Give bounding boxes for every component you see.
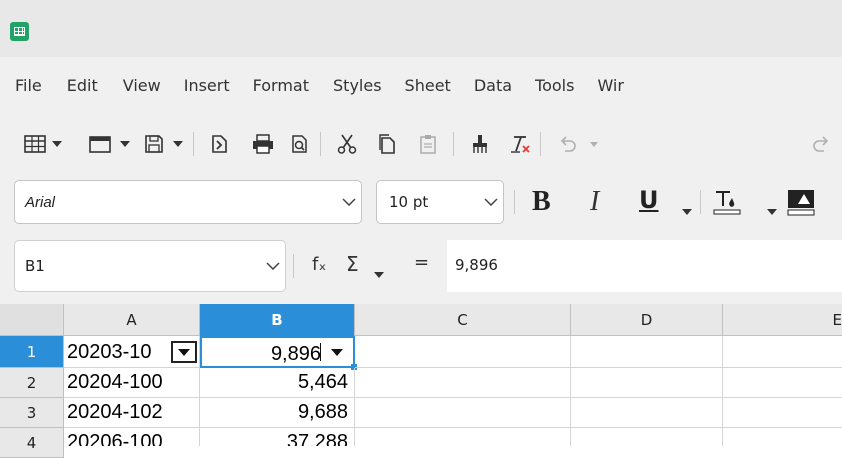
cell-a3[interactable]: 20204-102 xyxy=(64,398,200,428)
clone-formatting-icon[interactable] xyxy=(465,118,495,170)
formula-input-value[interactable]: 9,896 xyxy=(455,256,498,274)
menu-sheet[interactable]: Sheet xyxy=(392,76,461,95)
italic-button[interactable]: I xyxy=(590,186,599,218)
clear-formatting-icon[interactable] xyxy=(505,118,535,170)
font-name-value[interactable]: Arial xyxy=(15,194,337,211)
column-header-b[interactable]: B xyxy=(200,304,355,336)
chevron-down-icon[interactable] xyxy=(52,118,62,170)
cell-e2[interactable] xyxy=(723,368,842,398)
cell-e3[interactable] xyxy=(723,398,842,428)
menu-view[interactable]: View xyxy=(108,76,171,95)
chevron-down-icon[interactable] xyxy=(261,262,285,270)
cell-d4[interactable] xyxy=(571,428,723,446)
sum-button[interactable]: Σ xyxy=(346,252,359,276)
menu-format[interactable]: Format xyxy=(240,76,319,95)
chevron-down-icon[interactable] xyxy=(374,263,384,282)
cell-c3[interactable] xyxy=(355,398,571,428)
paste-icon[interactable] xyxy=(413,118,443,170)
row-header-2[interactable]: 2 xyxy=(0,368,64,398)
formula-input[interactable] xyxy=(447,240,842,292)
font-size-combo[interactable]: 10 pt xyxy=(376,180,504,224)
cell-e4[interactable] xyxy=(723,428,842,446)
print-preview-icon[interactable] xyxy=(285,118,315,170)
menu-bar: File Edit View Insert Format Styles Shee… xyxy=(0,57,842,113)
cell-d2[interactable] xyxy=(571,368,723,398)
cell-b3[interactable]: 9,688 xyxy=(200,398,355,428)
name-box[interactable]: B1 xyxy=(14,240,286,292)
cell-b2[interactable]: 5,464 xyxy=(200,368,355,398)
menu-tools[interactable]: Tools xyxy=(522,76,584,95)
chevron-down-icon[interactable] xyxy=(479,198,503,206)
select-all-corner[interactable] xyxy=(0,304,64,336)
redo-icon[interactable] xyxy=(810,118,842,170)
text-cursor xyxy=(320,343,321,361)
menu-insert[interactable]: Insert xyxy=(171,76,240,95)
save-icon[interactable] xyxy=(140,118,168,170)
chevron-down-icon[interactable] xyxy=(337,198,361,206)
cell-b4[interactable]: 37,288 xyxy=(200,428,355,446)
cell-a4[interactable]: 20206-100 xyxy=(64,428,200,446)
font-size-value[interactable]: 10 pt xyxy=(377,193,479,211)
chevron-down-icon[interactable] xyxy=(590,118,598,170)
cell-c2[interactable] xyxy=(355,368,571,398)
menu-window[interactable]: Wir xyxy=(584,76,634,95)
menu-styles[interactable]: Styles xyxy=(319,76,392,95)
title-bar xyxy=(0,0,842,57)
chevron-down-icon[interactable] xyxy=(173,118,183,170)
chevron-down-icon[interactable] xyxy=(120,118,130,170)
bold-button[interactable]: B xyxy=(532,186,551,218)
undo-icon[interactable] xyxy=(553,118,583,170)
column-header-a[interactable]: A xyxy=(64,304,200,336)
font-name-combo[interactable]: Arial xyxy=(14,180,362,224)
row-header-3[interactable]: 3 xyxy=(0,398,64,428)
menu-data[interactable]: Data xyxy=(461,76,522,95)
column-header-e[interactable]: E xyxy=(723,304,842,336)
open-template-icon[interactable] xyxy=(205,118,235,170)
standard-toolbar xyxy=(0,118,842,170)
print-icon[interactable] xyxy=(248,118,278,170)
cell-d1[interactable] xyxy=(571,336,723,368)
chevron-down-icon[interactable] xyxy=(682,200,692,219)
cell-c4[interactable] xyxy=(355,428,571,446)
menu-edit[interactable]: Edit xyxy=(52,76,108,95)
cut-icon[interactable] xyxy=(332,118,362,170)
cell-d3[interactable] xyxy=(571,398,723,428)
font-color-icon[interactable] xyxy=(712,186,744,222)
table-icon[interactable] xyxy=(22,118,48,170)
cell-a2[interactable]: 20204-100 xyxy=(64,368,200,398)
highlight-color-icon[interactable] xyxy=(786,188,818,222)
new-document-icon[interactable] xyxy=(86,118,114,170)
row-header-1[interactable]: 1 xyxy=(0,336,64,368)
name-box-value[interactable]: B1 xyxy=(15,257,261,275)
row-header-4[interactable]: 4 xyxy=(0,428,64,458)
cell-c1[interactable] xyxy=(355,336,571,368)
underline-button[interactable]: U xyxy=(639,186,659,214)
column-header-c[interactable]: C xyxy=(355,304,571,336)
copy-icon[interactable] xyxy=(372,118,402,170)
autofilter-dropdown-a1[interactable] xyxy=(171,341,197,363)
autofilter-dropdown-b1[interactable] xyxy=(324,341,350,363)
formula-button[interactable]: = xyxy=(414,252,429,273)
calc-app-icon xyxy=(10,22,29,41)
menu-file[interactable]: File xyxy=(0,76,52,95)
column-header-d[interactable]: D xyxy=(571,304,723,336)
chevron-down-icon[interactable] xyxy=(767,200,777,219)
function-wizard-button[interactable]: fₓ xyxy=(312,254,326,275)
cell-e1[interactable] xyxy=(723,336,842,368)
